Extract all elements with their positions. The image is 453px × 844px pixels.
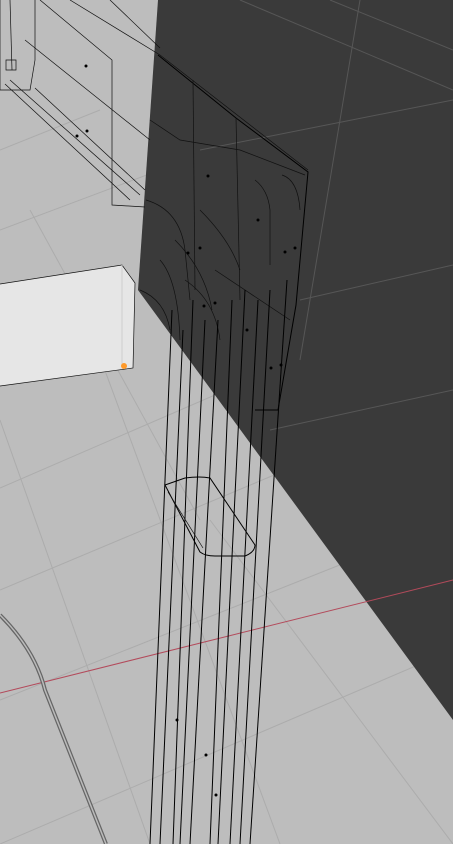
curved-tube-object[interactable] (0, 613, 108, 844)
dark-plane-object[interactable] (138, 0, 453, 720)
selected-vertex[interactable] (121, 363, 127, 369)
3d-viewport[interactable] (0, 0, 453, 844)
viewport-canvas[interactable] (0, 0, 453, 844)
white-box-object[interactable] (0, 265, 135, 386)
